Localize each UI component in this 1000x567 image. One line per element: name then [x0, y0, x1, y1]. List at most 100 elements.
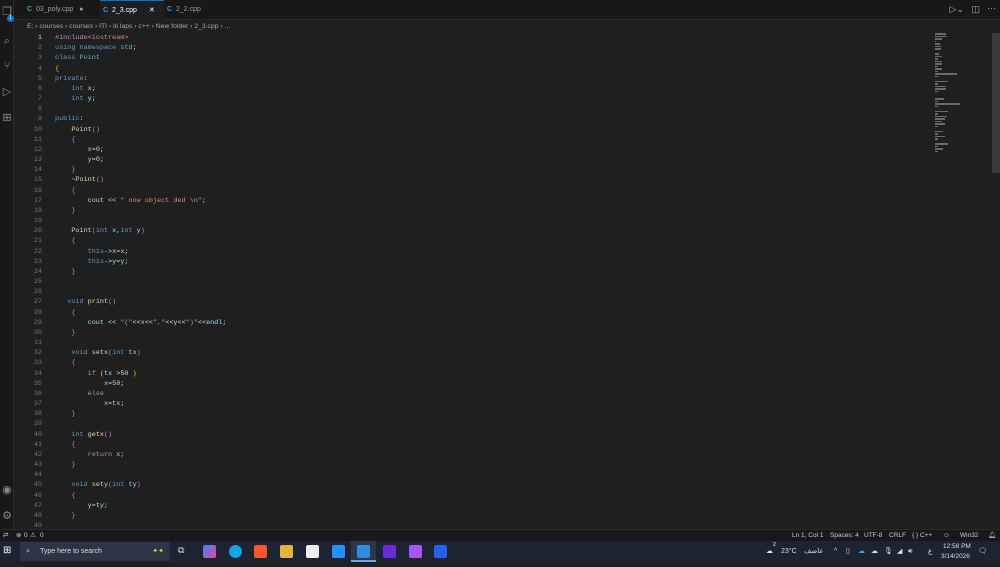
- vscode-taskbar-button[interactable]: [351, 541, 376, 562]
- code-line[interactable]: if (tx >50 ): [55, 369, 137, 379]
- teams-icon[interactable]: [409, 545, 422, 558]
- code-line[interactable]: {: [55, 491, 75, 501]
- code-line[interactable]: else: [55, 389, 104, 399]
- onedrive-icon[interactable]: ☁: [858, 541, 865, 562]
- code-line[interactable]: #include<iostream>: [55, 33, 128, 43]
- tray-app-icon[interactable]: ▯: [846, 541, 850, 562]
- code-line[interactable]: }: [55, 328, 75, 338]
- network-icon[interactable]: ◢: [897, 541, 902, 562]
- code-line[interactable]: int getx(): [55, 430, 112, 440]
- indentation[interactable]: Spaces: 4: [830, 530, 859, 541]
- code-line[interactable]: return x;: [55, 450, 125, 460]
- more-actions-icon[interactable]: ⋯: [987, 3, 996, 14]
- search-icon[interactable]: ⌕: [1, 35, 13, 47]
- split-editor-icon[interactable]: ◫: [971, 4, 980, 15]
- code-line[interactable]: Point(int x,int y): [55, 226, 145, 236]
- extensions-icon[interactable]: ⊞: [1, 112, 13, 124]
- code-line[interactable]: x=tx;: [55, 399, 124, 409]
- code-line[interactable]: using namespace std;: [55, 43, 137, 53]
- clock-date[interactable]: 3/14/2026: [941, 546, 970, 567]
- code-line[interactable]: class Point: [55, 53, 100, 63]
- temperature[interactable]: 23°C: [781, 541, 797, 562]
- language-mode[interactable]: { } C++: [912, 530, 932, 541]
- source-control-icon[interactable]: ⑂: [1, 60, 13, 72]
- mail-icon[interactable]: [332, 545, 345, 558]
- code-line[interactable]: void setx(int tx): [55, 348, 140, 358]
- code-line[interactable]: {: [55, 358, 75, 368]
- tray-app2-icon[interactable]: ☁: [871, 541, 878, 562]
- remote-desktop-icon[interactable]: [434, 545, 447, 558]
- code-line[interactable]: void sety(int ty): [55, 480, 140, 490]
- store-icon[interactable]: [306, 545, 319, 558]
- windows-start-icon[interactable]: ⊞: [3, 545, 11, 556]
- tab-2-3[interactable]: C 2_3.cpp ✕: [100, 0, 164, 20]
- code-line[interactable]: int x;: [55, 84, 96, 94]
- tab-2-2[interactable]: C 2_2.cpp: [164, 0, 224, 20]
- error-count[interactable]: 0: [24, 530, 28, 541]
- remote-icon[interactable]: ⇄: [3, 530, 8, 541]
- code-line[interactable]: ~Point(): [55, 175, 104, 185]
- volume-icon[interactable]: 🔊︎: [908, 541, 912, 562]
- warnings-icon[interactable]: ⚠: [30, 530, 36, 541]
- code-line[interactable]: this->x=x;: [55, 247, 129, 257]
- code-line[interactable]: }: [55, 409, 75, 419]
- code-line[interactable]: {: [55, 440, 75, 450]
- taskbar-search[interactable]: ⌕ Type here to search ✦✦: [20, 542, 170, 561]
- run-icon[interactable]: ▷⌄: [950, 4, 964, 15]
- tray-chevron-icon[interactable]: ^: [834, 541, 837, 562]
- code-line[interactable]: x=0;: [55, 145, 104, 155]
- edge-icon[interactable]: [229, 545, 242, 558]
- code-line[interactable]: cout << "("<<x<<","<<y<<")"<<endl;: [55, 318, 227, 328]
- code-editor[interactable]: 1 #include<iostream> 2 using namespace std;…: [14, 33, 929, 528]
- notification-center-icon[interactable]: 🗨︎: [978, 541, 987, 562]
- code-line[interactable]: x=50;: [55, 379, 124, 389]
- tab-03-poly[interactable]: C 03_poly.cpp ●: [24, 0, 100, 20]
- code-line[interactable]: }: [55, 460, 75, 470]
- code-line[interactable]: void print(): [55, 297, 116, 307]
- task-view-icon[interactable]: ⧉: [178, 545, 184, 556]
- brave-icon[interactable]: [254, 545, 267, 558]
- code-line[interactable]: {: [55, 135, 75, 145]
- file-explorer-icon[interactable]: [280, 545, 293, 558]
- errors-icon[interactable]: ⊗: [16, 530, 21, 541]
- minimap[interactable]: [930, 33, 992, 528]
- code-line[interactable]: cout << " now object ded \n";: [55, 196, 206, 206]
- code-line[interactable]: public:: [55, 114, 84, 124]
- input-language[interactable]: ع: [928, 541, 932, 562]
- weather-icon[interactable]: ☁: [766, 541, 773, 562]
- code-line[interactable]: Point(): [55, 125, 100, 135]
- code-line[interactable]: y=0;: [55, 155, 104, 165]
- code-line[interactable]: }: [55, 165, 75, 175]
- code-token: (): [95, 176, 104, 185]
- code-token: "(": [120, 318, 133, 327]
- copilot-app-icon[interactable]: [203, 545, 216, 558]
- code-line[interactable]: {: [55, 308, 75, 318]
- code-token: ): [140, 227, 145, 236]
- scrollbar[interactable]: [992, 33, 1000, 173]
- account-icon[interactable]: ◉: [1, 484, 13, 496]
- cursor-position[interactable]: Ln 1, Col 1: [792, 530, 823, 541]
- warning-count[interactable]: 0: [40, 530, 44, 541]
- code-line[interactable]: private:: [55, 74, 88, 84]
- code-line[interactable]: }: [55, 267, 75, 277]
- notifications-bell-icon[interactable]: 🔔︎: [988, 530, 996, 541]
- code-token: <<: [144, 318, 153, 327]
- code-line[interactable]: {: [55, 64, 59, 74]
- code-line[interactable]: int y;: [55, 94, 96, 104]
- line-ending[interactable]: CRLF: [889, 530, 906, 541]
- code-line[interactable]: this->y=y;: [55, 257, 129, 267]
- close-icon[interactable]: ✕: [149, 7, 155, 14]
- minimap-line: [935, 130, 944, 132]
- code-line[interactable]: {: [55, 236, 75, 246]
- code-line[interactable]: }: [55, 511, 75, 521]
- encoding[interactable]: UTF-8: [864, 530, 882, 541]
- breadcrumb[interactable]: E: › courses › courses › ITI › iti laps …: [27, 21, 230, 33]
- code-line[interactable]: {: [55, 186, 75, 196]
- microphone-icon[interactable]: 🎙︎: [884, 541, 893, 562]
- code-line[interactable]: }: [55, 206, 75, 216]
- settings-gear-icon[interactable]: ⚙: [1, 510, 13, 522]
- run-debug-icon[interactable]: ▷: [1, 86, 13, 98]
- intellij-icon[interactable]: [383, 545, 396, 558]
- code-line[interactable]: y=ty;: [55, 501, 108, 511]
- weather-condition[interactable]: عاصف: [804, 541, 824, 562]
